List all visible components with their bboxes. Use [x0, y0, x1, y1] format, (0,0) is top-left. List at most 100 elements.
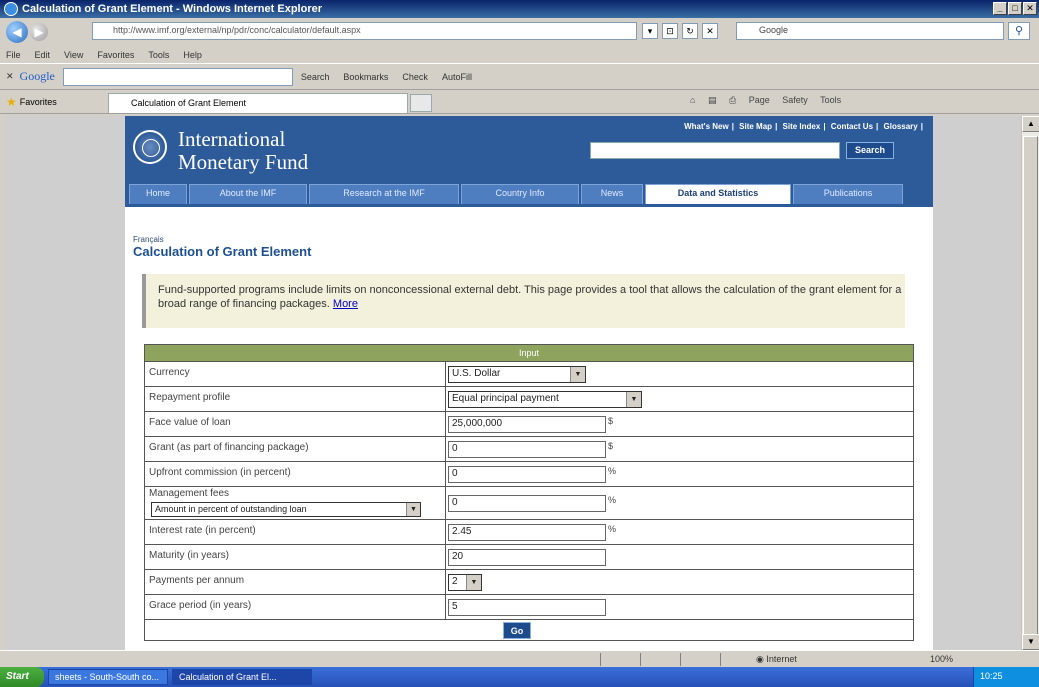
chevron-down-icon: ▼: [466, 575, 481, 590]
imf-search-input[interactable]: [590, 142, 840, 159]
menu-help[interactable]: Help: [183, 50, 202, 60]
browser-search-icon[interactable]: ⚲: [1008, 22, 1030, 40]
imf-name-line2: Monetary Fund: [178, 150, 309, 174]
google-search-input[interactable]: [62, 67, 293, 86]
nav-tab-research[interactable]: Research at the IMF: [309, 184, 459, 204]
upfront-label: Upfront commission (in percent): [145, 462, 446, 486]
refresh-icon[interactable]: ↻: [682, 23, 698, 39]
zoom-level[interactable]: 100%: [930, 654, 953, 664]
scroll-down-icon[interactable]: ▼: [1022, 634, 1039, 650]
link-site-map[interactable]: Site Map: [739, 122, 772, 131]
link-whats-new[interactable]: What's New: [684, 122, 729, 131]
safety-menu[interactable]: Safety: [782, 95, 808, 105]
address-actions: ▾ ⊡ ↻ ✕: [642, 23, 718, 39]
security-zone[interactable]: ◉ Internet: [756, 654, 797, 665]
imf-search-button[interactable]: Search: [846, 142, 894, 159]
zone-label: Internet: [766, 654, 797, 664]
google-bookmarks-button[interactable]: Bookmarks: [343, 72, 388, 82]
feeds-icon[interactable]: ▤: [708, 95, 717, 105]
scroll-up-icon[interactable]: ▲: [1022, 116, 1039, 132]
menu-edit[interactable]: Edit: [35, 50, 51, 60]
google-check-button[interactable]: Check: [402, 72, 428, 82]
close-toolbar-icon[interactable]: ✕: [6, 71, 14, 82]
google-search-button[interactable]: Search: [301, 72, 330, 82]
intro-text: Fund-supported programs include limits o…: [158, 284, 902, 310]
address-row: ◀ ▶ http://www.imf.org/external/np/pdr/c…: [0, 18, 1039, 46]
currency-label: Currency: [145, 362, 446, 386]
back-button[interactable]: ◀: [6, 21, 28, 43]
link-site-index[interactable]: Site Index: [783, 122, 821, 131]
grant-input[interactable]: 0: [448, 441, 606, 458]
imf-seal-icon[interactable]: [133, 130, 167, 164]
menu-favorites[interactable]: Favorites: [97, 50, 134, 60]
nav-tab-data-statistics[interactable]: Data and Statistics: [645, 184, 791, 204]
more-link[interactable]: More: [333, 298, 358, 310]
chevron-down-icon: ▼: [570, 367, 585, 382]
payments-value: 2: [452, 576, 458, 587]
currency-select[interactable]: U.S. Dollar ▼: [448, 366, 586, 383]
vertical-scrollbar[interactable]: ▲ ▼: [1021, 116, 1039, 650]
menu-view[interactable]: View: [64, 50, 83, 60]
nav-tab-publications[interactable]: Publications: [793, 184, 903, 204]
taskbar-item-sheets[interactable]: sheets - South-South co...: [48, 669, 168, 685]
home-icon[interactable]: ⌂: [690, 95, 695, 105]
nav-tab-home[interactable]: Home: [129, 184, 187, 204]
form-row-interest: Interest rate (in percent) 2.45 %: [145, 520, 913, 545]
address-input[interactable]: http://www.imf.org/external/np/pdr/conc/…: [92, 22, 637, 40]
new-tab-button[interactable]: [410, 94, 432, 112]
forward-button[interactable]: ▶: [30, 23, 48, 41]
window-controls: _ □ ✕: [993, 2, 1037, 15]
close-button[interactable]: ✕: [1023, 2, 1037, 15]
taskbar-item-browser[interactable]: Calculation of Grant El...: [172, 669, 312, 685]
stop-icon[interactable]: ✕: [702, 23, 718, 39]
go-button[interactable]: Go: [503, 622, 531, 639]
form-row-upfront: Upfront commission (in percent) 0 %: [145, 462, 913, 487]
payments-select[interactable]: 2 ▼: [448, 574, 482, 591]
favorites-label[interactable]: Favorites: [20, 97, 57, 107]
form-row-management: Management fees Amount in percent of out…: [145, 487, 913, 520]
upfront-input[interactable]: 0: [448, 466, 606, 483]
favorites-star-icon[interactable]: ★: [6, 95, 17, 109]
nav-tab-country-info[interactable]: Country Info: [461, 184, 579, 204]
form-row-grace: Grace period (in years) 5: [145, 595, 913, 620]
grace-input[interactable]: 5: [448, 599, 606, 616]
scroll-thumb[interactable]: [1023, 136, 1038, 636]
payments-label: Payments per annum: [145, 570, 446, 594]
imf-logo-text[interactable]: International Monetary Fund: [178, 128, 308, 174]
nav-tab-about[interactable]: About the IMF: [189, 184, 307, 204]
tray-clock: 10:25: [980, 671, 1003, 681]
print-icon[interactable]: ⎙: [729, 95, 736, 105]
compatibility-icon[interactable]: ⊡: [662, 23, 678, 39]
language-link[interactable]: Français: [133, 235, 164, 244]
status-divider: [720, 653, 721, 666]
browser-tab-active[interactable]: Calculation of Grant Element: [108, 93, 408, 113]
management-input[interactable]: 0: [448, 495, 606, 512]
nav-tab-news[interactable]: News: [581, 184, 643, 204]
form-row-repayment: Repayment profile Equal principal paymen…: [145, 387, 913, 412]
window-title-bar: Calculation of Grant Element - Windows I…: [0, 0, 1039, 18]
interest-input[interactable]: 2.45: [448, 524, 606, 541]
interest-unit: %: [608, 524, 617, 534]
form-footer: Go: [145, 620, 913, 640]
browser-search-input[interactable]: Google: [736, 22, 1004, 40]
form-row-payments: Payments per annum 2 ▼: [145, 570, 913, 595]
window-title: Calculation of Grant Element - Windows I…: [22, 3, 322, 15]
start-button[interactable]: Start: [0, 667, 44, 687]
maturity-input[interactable]: 20: [448, 549, 606, 566]
maximize-button[interactable]: □: [1008, 2, 1022, 15]
menu-tools[interactable]: Tools: [148, 50, 169, 60]
link-contact-us[interactable]: Contact Us: [831, 122, 873, 131]
management-fee-select[interactable]: Amount in percent of outstanding loan ▼: [151, 502, 421, 517]
minimize-button[interactable]: _: [993, 2, 1007, 15]
face-value-input[interactable]: 25,000,000: [448, 416, 606, 433]
imf-nav-tabs: Home About the IMF Research at the IMF C…: [129, 184, 903, 204]
form-row-maturity: Maturity (in years) 20: [145, 545, 913, 570]
address-dropdown-icon[interactable]: ▾: [642, 23, 658, 39]
repayment-select[interactable]: Equal principal payment ▼: [448, 391, 642, 408]
repayment-value: Equal principal payment: [452, 393, 559, 404]
page-menu[interactable]: Page: [749, 95, 770, 105]
menu-file[interactable]: File: [6, 50, 21, 60]
link-glossary[interactable]: Glossary: [884, 122, 918, 131]
google-autofill-button[interactable]: AutoFill: [442, 72, 472, 82]
tools-menu[interactable]: Tools: [820, 95, 841, 105]
